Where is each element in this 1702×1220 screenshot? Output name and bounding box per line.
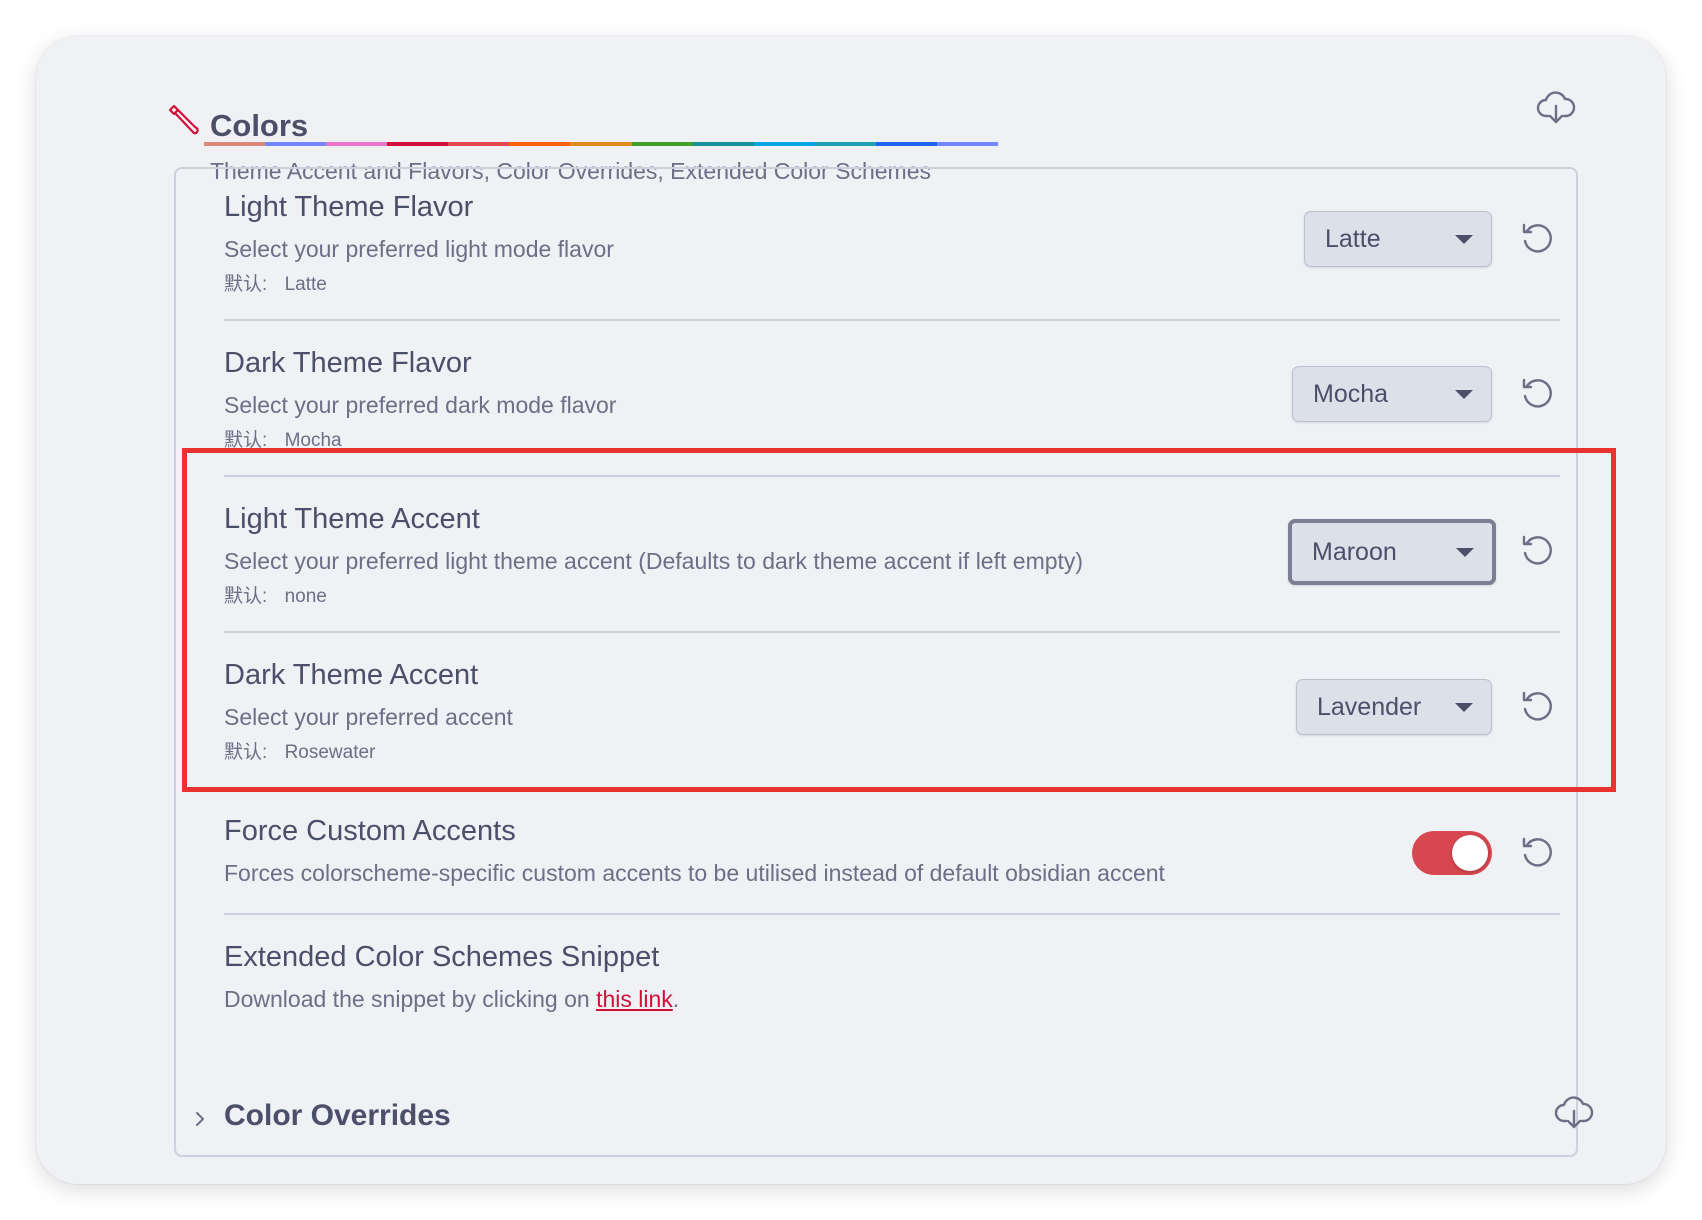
dropdown-value: Latte xyxy=(1325,224,1381,253)
setting-force-custom-accents: Force Custom Accents Forces colorscheme-… xyxy=(224,815,1564,887)
rainbow-segment xyxy=(814,142,876,146)
toggle-knob xyxy=(1452,835,1488,871)
setting-extended-color-schemes: Extended Color Schemes Snippet Download … xyxy=(224,941,1564,1013)
reset-icon[interactable] xyxy=(1520,376,1556,412)
default-label: 默认: xyxy=(224,274,268,295)
default-value: Latte xyxy=(284,274,327,295)
reset-icon[interactable] xyxy=(1520,835,1556,871)
rainbow-segment xyxy=(326,142,388,146)
dropdown-caret-icon xyxy=(1455,235,1473,244)
snippet-download-link[interactable]: this link xyxy=(596,986,673,1012)
chevron-right-icon xyxy=(196,1112,204,1126)
rainbow-segment xyxy=(265,142,327,146)
color-overrides-title: Color Overrides xyxy=(224,1099,451,1132)
dropdown-caret-icon xyxy=(1455,390,1473,399)
setting-title: Force Custom Accents xyxy=(224,815,516,847)
setting-default: 默认: Latte xyxy=(224,269,1564,296)
setting-description: Download the snippet by clicking on this… xyxy=(224,986,1564,1013)
light-flavor-dropdown[interactable]: Latte xyxy=(1304,211,1492,267)
cloud-download-icon[interactable] xyxy=(1554,1093,1594,1133)
rainbow-segment xyxy=(692,142,754,146)
rainbow-segment xyxy=(387,142,449,146)
reset-icon[interactable] xyxy=(1520,221,1556,257)
rainbow-segment xyxy=(509,142,571,146)
setting-description: Forces colorscheme-specific custom accen… xyxy=(224,860,1165,886)
section-title: Colors xyxy=(210,108,309,143)
rainbow-segment xyxy=(753,142,815,146)
paintbrush-icon xyxy=(168,104,199,135)
force-accents-toggle[interactable] xyxy=(1412,831,1492,875)
cloud-download-icon[interactable] xyxy=(1536,88,1576,128)
rainbow-segment xyxy=(936,142,999,146)
dark-flavor-dropdown[interactable]: Mocha xyxy=(1292,366,1492,422)
divider xyxy=(224,319,1560,321)
divider xyxy=(224,913,1560,915)
desc-prefix: Download the snippet by clicking on xyxy=(224,986,597,1012)
dropdown-value: Mocha xyxy=(1313,379,1389,408)
highlight-annotation-box xyxy=(182,448,1616,792)
rainbow-segment xyxy=(448,142,510,146)
rainbow-segment xyxy=(875,142,937,146)
rainbow-segment xyxy=(570,142,632,146)
desc-suffix: . xyxy=(672,986,680,1012)
rainbow-segment xyxy=(631,142,693,146)
rainbow-segment xyxy=(204,142,266,146)
setting-title: Extended Color Schemes Snippet xyxy=(224,941,660,973)
rainbow-underline xyxy=(204,142,999,146)
